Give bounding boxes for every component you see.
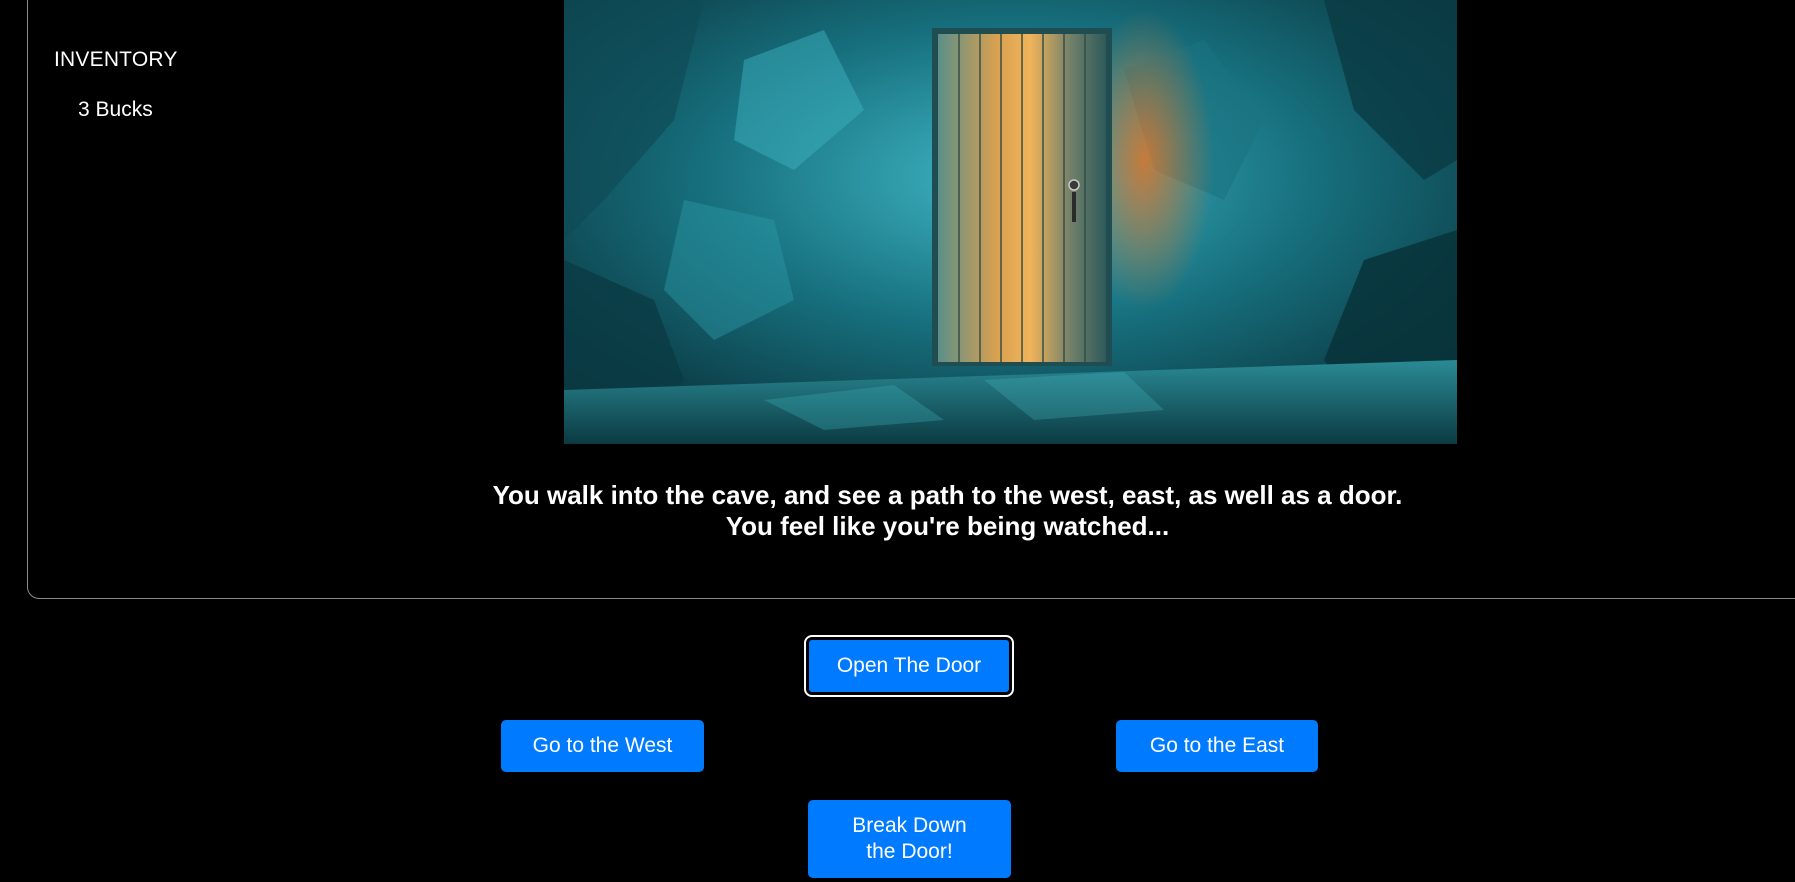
narration-line-1: You walk into the cave, and see a path t… <box>492 480 1403 510</box>
game-screen: INVENTORY 3 Bucks You walk into the cave… <box>0 0 1795 882</box>
scene-narration: You walk into the cave, and see a path t… <box>0 480 1795 542</box>
inventory-panel: INVENTORY 3 Bucks <box>54 48 178 121</box>
inventory-item: 3 Bucks <box>78 98 153 121</box>
narration-line-2: You feel like you're being watched... <box>725 511 1170 541</box>
cave-door-image <box>564 0 1457 444</box>
go-west-button[interactable]: Go to the West <box>501 720 704 772</box>
inventory-title: INVENTORY <box>54 48 178 71</box>
break-door-button[interactable]: Break Down the Door! <box>808 800 1011 878</box>
go-east-button[interactable]: Go to the East <box>1116 720 1318 772</box>
open-door-button[interactable]: Open The Door <box>804 635 1014 697</box>
